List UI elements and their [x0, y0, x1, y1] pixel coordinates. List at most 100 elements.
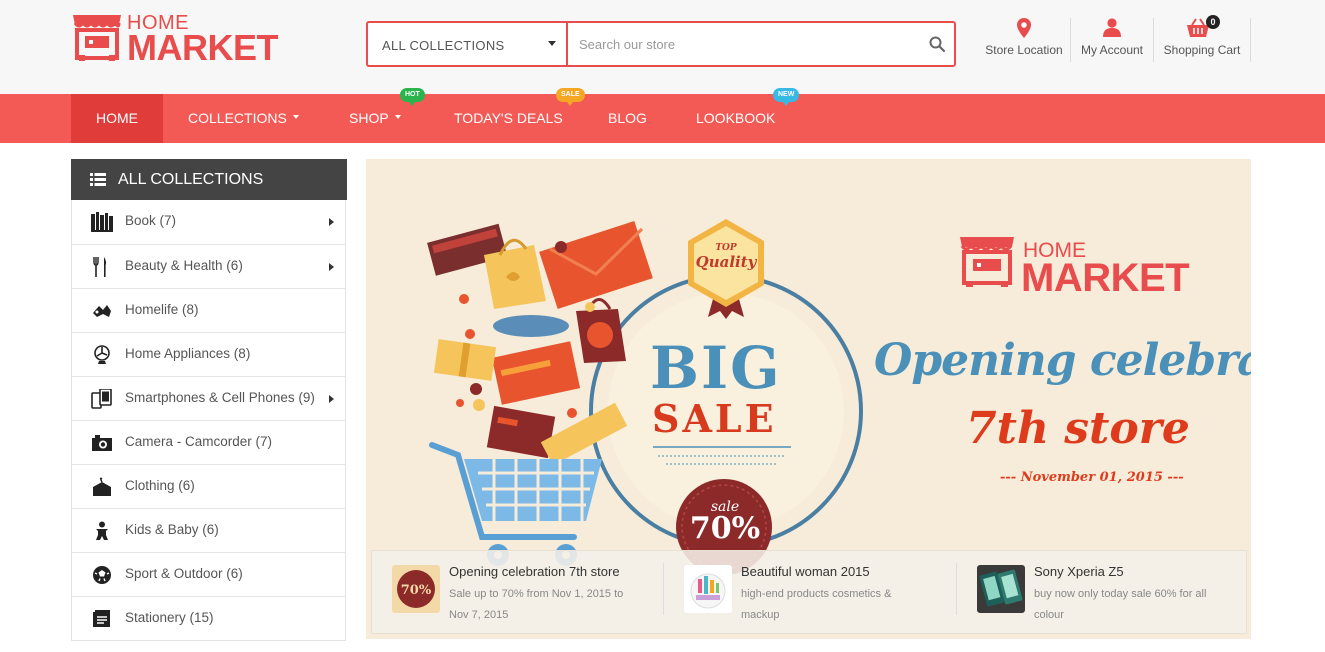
- nav-lookbook-label: LOOKBOOK: [696, 110, 776, 126]
- sidebar-item-label: Kids & Baby (6): [125, 522, 219, 537]
- site-logo[interactable]: HOME MARKET: [71, 11, 278, 68]
- sidebar-item-book[interactable]: Book (7): [72, 200, 346, 244]
- nav-shop[interactable]: SHOP HOT: [349, 88, 425, 143]
- nav-todays-deals[interactable]: TODAY'S DEALS SALE: [454, 88, 585, 143]
- sidebar-item-label: Sport & Outdoor (6): [125, 566, 243, 581]
- chevron-right-icon: [329, 218, 334, 226]
- sale-tag: sale 70%: [680, 499, 770, 546]
- sidebar-item-homelife[interactable]: Homelife (8): [72, 288, 346, 332]
- sidebar-item-label: Clothing (6): [125, 478, 195, 493]
- smartphones-icon: [979, 569, 1023, 607]
- nav-todays-deals-label: TODAY'S DEALS: [454, 110, 563, 126]
- sidebar-item-label: Book (7): [125, 213, 177, 228]
- shopping-cart-label: Shopping Cart: [1163, 43, 1241, 57]
- promo-description: high-end products cosmetics & mackup: [741, 588, 892, 621]
- user-icon: [1103, 18, 1121, 37]
- collection-select-value: ALL COLLECTIONS: [382, 38, 505, 53]
- nav-home[interactable]: HOME: [71, 94, 163, 143]
- logo-text-market: MARKET: [127, 27, 278, 68]
- promo-description: buy now only today sale 60% for all colo…: [1034, 588, 1207, 621]
- sidebar-item-camera[interactable]: Camera - Camcorder (7): [72, 420, 346, 464]
- collection-select[interactable]: ALL COLLECTIONS: [368, 23, 568, 65]
- nav-lookbook[interactable]: LOOKBOOK NEW: [696, 88, 800, 143]
- chevron-right-icon: [329, 395, 334, 403]
- promo-item[interactable]: Beautiful woman 2015 high-end products c…: [664, 551, 949, 635]
- hot-badge: HOT: [400, 88, 425, 106]
- sale-tag-icon: 70%: [397, 570, 435, 608]
- nav-blog[interactable]: BLOG: [608, 94, 647, 143]
- store-location-label: Store Location: [985, 43, 1063, 57]
- sidebar-title: ALL COLLECTIONS: [118, 171, 264, 188]
- divider: [1250, 18, 1251, 62]
- nav-collections-label: COLLECTIONS: [188, 110, 287, 126]
- sale-badge: SALE: [556, 88, 585, 106]
- stationery-icon: [93, 610, 110, 627]
- top-quality-top: TOP: [715, 243, 737, 253]
- caret-down-icon: [548, 41, 556, 46]
- clothing-icon: [93, 477, 111, 496]
- promo-thumbnail: [977, 565, 1025, 613]
- site-header: HOME MARKET ALL COLLECTIONS Store Locati…: [0, 0, 1325, 94]
- promo-strip: 70% Opening celebration 7th store Sale u…: [371, 550, 1247, 634]
- camera-icon: [92, 435, 112, 451]
- promo-item[interactable]: Sony Xperia Z5 buy now only today sale 6…: [957, 551, 1242, 635]
- sidebar-item-beauty-health[interactable]: Beauty & Health (6): [72, 244, 346, 288]
- chevron-right-icon: [329, 263, 334, 271]
- nav-shop-label: SHOP: [349, 110, 389, 126]
- store-location-link[interactable]: Store Location: [978, 18, 1070, 62]
- soccer-ball-icon: [93, 566, 111, 584]
- banner-date: --- November 01, 2015 ---: [1000, 470, 1184, 485]
- banner-subheadline: 7th store: [966, 403, 1190, 454]
- store-logo-icon: [73, 15, 121, 61]
- sidebar-item-sport-outdoor[interactable]: Sport & Outdoor (6): [72, 552, 346, 596]
- top-quality-quality: Quality: [695, 253, 757, 271]
- phones-icon: [91, 389, 112, 409]
- nav-blog-label: BLOG: [608, 110, 647, 126]
- promo-thumbnail: 70%: [392, 565, 440, 613]
- new-badge-text: NEW: [778, 91, 795, 98]
- sidebar-item-label: Smartphones & Cell Phones (9): [125, 390, 315, 405]
- my-account-link[interactable]: My Account: [1071, 18, 1153, 62]
- sidebar-item-label: Homelife (8): [125, 302, 199, 317]
- promo-title: Sony Xperia Z5: [1034, 564, 1124, 579]
- sidebar-item-stationery[interactable]: Stationery (15): [72, 596, 346, 640]
- big-text: BIG: [650, 334, 782, 402]
- fan-icon: [94, 345, 110, 364]
- promo-item[interactable]: 70% Opening celebration 7th store Sale u…: [372, 551, 657, 635]
- promo-title: Opening celebration 7th store: [449, 564, 620, 579]
- search-input[interactable]: [570, 23, 920, 65]
- search-bar: ALL COLLECTIONS: [366, 21, 956, 67]
- promo-thumbnail: [684, 565, 732, 613]
- map-pin-icon: [1017, 18, 1031, 38]
- caret-down-icon: [292, 115, 299, 120]
- cutlery-icon: [93, 257, 106, 277]
- cosmetics-icon: [690, 573, 726, 609]
- promo-title: Beautiful woman 2015: [741, 564, 870, 579]
- sidebar-item-kids-baby[interactable]: Kids & Baby (6): [72, 508, 346, 552]
- sidebar-item-label: Camera - Camcorder (7): [125, 434, 273, 449]
- hero-banner[interactable]: TOP Quality BIG SALE sale 70% HOME MARKE…: [366, 159, 1251, 639]
- top-quality-badge: TOP Quality: [689, 243, 763, 271]
- banner-logo-market: MARKET: [1021, 256, 1190, 300]
- shopping-cart-link[interactable]: 0 Shopping Cart: [1154, 15, 1250, 62]
- collections-sidebar: ALL COLLECTIONS Book (7) Beauty & Health…: [71, 159, 347, 641]
- books-icon: [91, 212, 113, 232]
- sidebar-item-label: Home Appliances (8): [125, 346, 251, 361]
- new-badge: NEW: [773, 88, 800, 106]
- sidebar-header: ALL COLLECTIONS: [71, 159, 347, 200]
- sale-text: SALE: [652, 396, 777, 441]
- sidebar-item-smartphones[interactable]: Smartphones & Cell Phones (9): [72, 376, 346, 420]
- sale-tag-percent: 70%: [689, 511, 761, 546]
- cart-count-badge: 0: [1206, 15, 1220, 29]
- banner-headline: Opening celebration: [874, 335, 1251, 386]
- hot-badge-text: HOT: [405, 91, 420, 98]
- nav-collections[interactable]: COLLECTIONS: [188, 94, 299, 143]
- main-nav: HOME COLLECTIONS SHOP HOT TODAY'S DEALS …: [0, 88, 1325, 143]
- sidebar-item-home-appliances[interactable]: Home Appliances (8): [72, 332, 346, 376]
- sidebar-item-clothing[interactable]: Clothing (6): [72, 464, 346, 508]
- search-icon[interactable]: [928, 35, 946, 53]
- my-account-label: My Account: [1080, 43, 1144, 57]
- promo-description: Sale up to 70% from Nov 1, 2015 to Nov 7…: [449, 588, 624, 621]
- sidebar-item-label: Beauty & Health (6): [125, 258, 243, 273]
- homelife-icon: [93, 305, 111, 317]
